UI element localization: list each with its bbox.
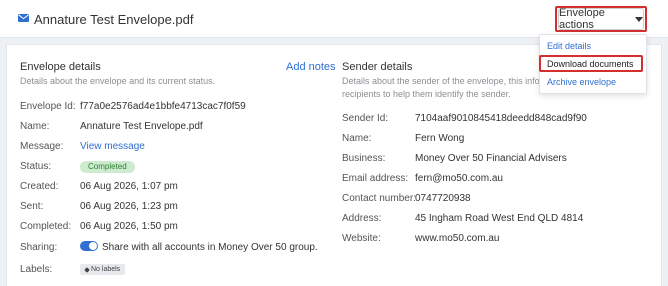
- menu-item-download-documents[interactable]: Download documents: [547, 59, 634, 69]
- tag-icon: [84, 266, 90, 273]
- message-label: Message:: [20, 141, 64, 152]
- completed-label: Completed:: [20, 221, 72, 232]
- envelope-name-label: Name:: [20, 121, 50, 132]
- sharing-value: Share with all accounts in Money Over 50…: [102, 242, 318, 253]
- sender-id-label: Sender Id:: [342, 113, 389, 124]
- created-label: Created:: [20, 181, 59, 192]
- sharing-label: Sharing:: [20, 242, 58, 253]
- envelope-id-label: Envelope Id:: [20, 101, 76, 112]
- status-label: Status:: [20, 161, 52, 172]
- status-badge: Completed: [80, 161, 135, 173]
- sent-label: Sent:: [20, 201, 44, 212]
- sharing-toggle[interactable]: [80, 241, 98, 251]
- address-value: 45 Ingham Road West End QLD 4814: [415, 213, 584, 224]
- envelope-title: Annature Test Envelope.pdf: [34, 12, 194, 27]
- view-message-link[interactable]: View message: [80, 141, 145, 152]
- caret-down-icon: [635, 16, 643, 22]
- envelope-header: Annature Test Envelope.pdf Envelope acti…: [0, 0, 668, 38]
- envelope-id-value: f77a0e2576ad4e1bbfe4713cac7f0f59: [80, 101, 246, 112]
- no-labels-chip: No labels: [80, 264, 126, 275]
- envelope-details-title: Envelope details: [20, 61, 101, 73]
- envelope-actions-menu: Edit details Download documents Archive …: [539, 34, 647, 94]
- menu-item-archive-envelope[interactable]: Archive envelope: [547, 77, 616, 87]
- envelope-actions-label: Envelope actions: [559, 7, 605, 31]
- sender-id-value: 7104aaf9010845418deedd848cad9f90: [415, 113, 587, 124]
- envelope-details-description: Details about the envelope and its curre…: [20, 76, 216, 86]
- menu-item-edit-details[interactable]: Edit details: [547, 41, 591, 51]
- address-label: Address:: [342, 213, 382, 224]
- add-notes-link[interactable]: Add notes: [286, 61, 336, 73]
- toggle-knob: [89, 242, 97, 250]
- envelope-icon: [18, 14, 29, 22]
- created-value: 06 Aug 2026, 1:07 pm: [80, 181, 178, 192]
- email-label: Email address:: [342, 173, 409, 184]
- envelope-actions-button[interactable]: Envelope actions: [558, 7, 644, 31]
- sender-name-value: Fern Wong: [415, 133, 465, 144]
- email-value: fern@mo50.com.au: [415, 173, 503, 184]
- website-value: www.mo50.com.au: [415, 233, 500, 244]
- labels-label: Labels:: [20, 264, 53, 275]
- envelope-name-value: Annature Test Envelope.pdf: [80, 121, 203, 132]
- website-label: Website:: [342, 233, 381, 244]
- completed-value: 06 Aug 2026, 1:50 pm: [80, 221, 178, 232]
- sender-details-title: Sender details: [342, 61, 413, 73]
- no-labels-text: No labels: [91, 266, 121, 273]
- sent-value: 06 Aug 2026, 1:23 pm: [80, 201, 178, 212]
- sender-name-label: Name:: [342, 133, 372, 144]
- contact-label: Contact number:: [342, 193, 416, 204]
- sender-details-description-line2: recipients to help them identify the sen…: [342, 89, 511, 99]
- business-value: Money Over 50 Financial Advisers: [415, 153, 567, 164]
- sender-details-description-line1: Details about the sender of the envelope…: [342, 76, 565, 86]
- contact-value: 0747720938: [415, 193, 471, 204]
- business-label: Business:: [342, 153, 386, 164]
